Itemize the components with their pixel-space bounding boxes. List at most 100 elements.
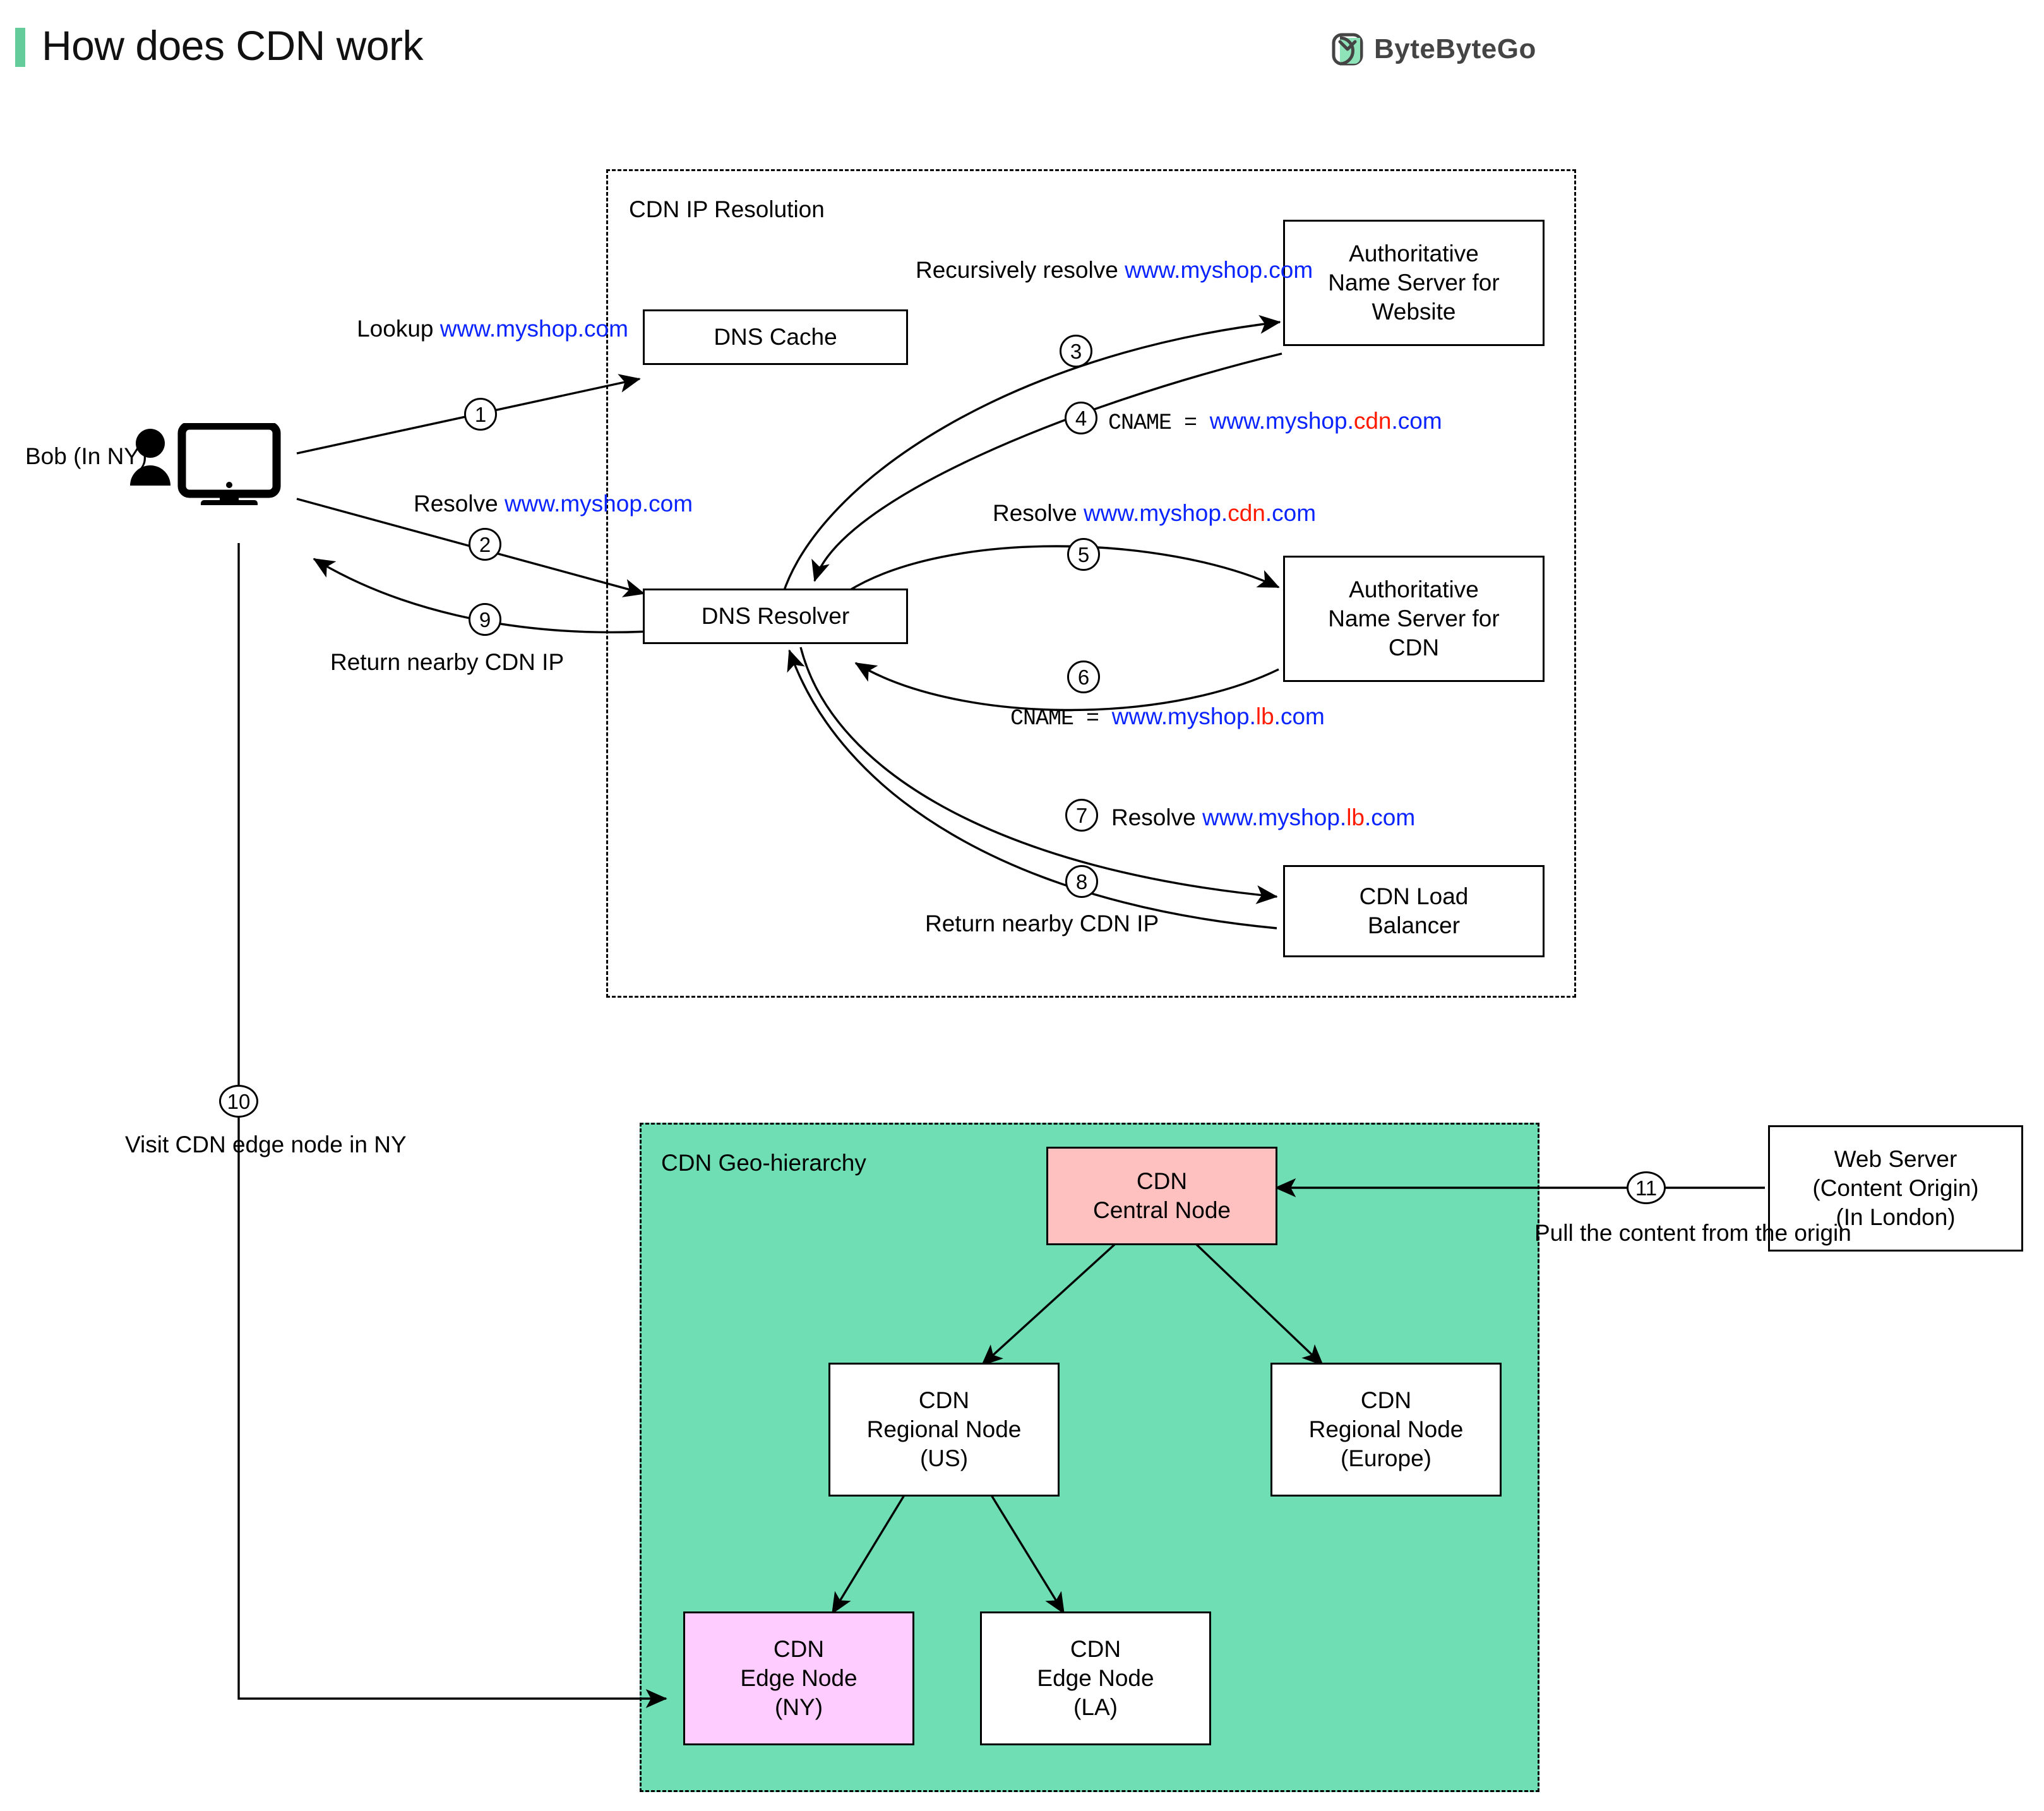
step-10-label: Visit CDN edge node in NY [125,1130,407,1159]
node-dns-cache-label: DNS Cache [714,324,837,350]
node-cdn-load-balancer[interactable]: CDN Load Balancer [1283,865,1545,957]
node-cdn-edge-ny-line3: (NY) [774,1694,823,1720]
step-5-number: 5 [1077,542,1090,566]
node-cdn-regional-us[interactable]: CDN Regional Node (US) [828,1363,1060,1497]
step-5-label: Resolve www.myshop.cdn.com [993,499,1316,527]
node-authoritative-ns-website[interactable]: Authoritative Name Server for Website [1283,220,1545,346]
step-11-label: Pull the content from the origin [1534,1219,1851,1247]
step-7-badge: 7 [1065,799,1098,832]
step-9-label: Return nearby CDN IP [330,648,564,676]
step-4-value-tld: .com [1391,408,1442,434]
step-1-badge: 1 [464,398,497,431]
node-ns-website-line2: Name Server for [1328,270,1500,296]
step-6-equals: = [1086,706,1099,731]
step-5-label-prefix: Resolve [993,500,1084,526]
step-7-label-prefix: Resolve [1111,804,1202,830]
step-4-value-base: www.myshop. [1209,408,1354,434]
step-11-number: 11 [1635,1176,1658,1200]
step-9-badge: 9 [469,603,501,636]
step-3-label: Recursively resolve www.myshop.com [916,256,1313,284]
bob-label: Bob (In NY) [25,442,147,470]
node-cdn-regional-europe[interactable]: CDN Regional Node (Europe) [1270,1363,1502,1497]
node-cdn-central[interactable]: CDN Central Node [1046,1147,1277,1245]
node-ns-website-line3: Website [1372,299,1456,325]
node-cdn-edge-la[interactable]: CDN Edge Node (LA) [980,1611,1211,1745]
step-4-equals: = [1184,410,1197,436]
node-cdn-regional-us-line2: Regional Node [866,1416,1022,1442]
node-dns-resolver[interactable]: DNS Resolver [643,589,908,644]
step-2-number: 2 [479,532,491,556]
node-cdn-central-line2: Central Node [1092,1197,1231,1223]
node-web-server-line3: (In London) [1836,1204,1956,1230]
step-4-value-mid: cdn [1353,408,1392,434]
node-cdn-regional-us-line1: CDN [918,1387,970,1413]
group-cdn-geo-hierarchy-label: CDN Geo-hierarchy [661,1150,866,1176]
step-3-label-domain: www.myshop.com [1125,257,1313,283]
bob-name: Bob [25,443,67,469]
step-3-number: 3 [1070,339,1082,363]
step-5-value-tld: .com [1265,500,1317,526]
bytebytego-wordmark: ByteByteGo [1374,33,1536,64]
step-11-label-line1: Pull the [1534,1220,1613,1246]
step-11-label-line2: content from [1618,1220,1749,1246]
step-6-number: 6 [1077,665,1090,689]
step-10-label-line3: in NY [349,1132,407,1157]
step-10-badge: 10 [219,1085,258,1118]
step-8-label-text: Return nearby CDN IP [925,911,1159,936]
group-cdn-ip-resolution-label: CDN IP Resolution [629,196,825,222]
step-7-number: 7 [1075,803,1088,827]
bytebytego-mark-icon [1331,33,1364,66]
step-1-label: Lookup www.myshop.com [354,314,631,343]
step-6-value-tld: .com [1274,703,1325,729]
step-4-badge: 4 [1065,402,1097,434]
step-3-label-line1: Recursively resolve [916,257,1118,283]
step-11-label-line3: the origin [1755,1220,1851,1246]
node-dns-cache[interactable]: DNS Cache [643,309,908,365]
node-web-server-line2: (Content Origin) [1812,1175,1979,1201]
step-5-badge: 5 [1067,538,1100,571]
step-5-value-mid: cdn [1228,500,1265,526]
node-web-server-line1: Web Server [1834,1146,1957,1172]
step-8-number: 8 [1075,870,1088,894]
step-2-label-prefix: Resolve [414,491,505,517]
page-title: How does CDN work [42,22,424,69]
node-cdn-edge-ny-line2: Edge Node [740,1665,858,1691]
step-1-label-domain: www.myshop.com [439,316,628,342]
step-1-number: 1 [474,402,487,426]
step-6-label: CNAME = www.myshop.lb.com [1010,702,1325,733]
node-ns-cdn-line2: Name Server for [1328,606,1500,631]
step-5-value-base: www.myshop. [1083,500,1228,526]
step-7-label: Resolve www.myshop.lb.com [1111,803,1415,832]
step-9-label-text: Return nearby CDN IP [330,649,565,675]
step-3-badge: 3 [1060,335,1092,368]
title-accent-bar [15,28,25,67]
node-cdn-regional-eu-line1: CDN [1360,1387,1412,1413]
step-6-badge: 6 [1067,660,1100,693]
step-10-label-line2: edge node [232,1132,343,1157]
node-cdn-edge-ny[interactable]: CDN Edge Node (NY) [683,1611,914,1745]
step-4-number: 4 [1075,406,1087,430]
step-4-label: CNAME = www.myshop.cdn.com [1108,407,1442,438]
step-7-value-mid: lb [1346,804,1365,830]
node-cdn-central-line1: CDN [1136,1168,1188,1194]
step-9-number: 9 [479,607,491,631]
step-8-label: Return nearby CDN IP [925,909,1159,938]
step-10-number: 10 [227,1089,251,1113]
step-7-value-base: www.myshop. [1202,804,1347,830]
node-ns-cdn-line1: Authoritative [1349,577,1479,602]
step-7-value-tld: .com [1365,804,1416,830]
step-6-key: CNAME [1010,706,1074,731]
node-cdn-edge-ny-line1: CDN [773,1636,825,1662]
step-10-label-line1: Visit CDN [125,1132,226,1157]
bytebytego-logo: ByteByteGo [1331,33,1536,66]
node-ns-cdn-line3: CDN [1388,635,1440,660]
node-cdn-regional-eu-line3: (Europe) [1341,1445,1431,1471]
node-ns-website-line1: Authoritative [1349,241,1479,266]
step-1-label-line1: Lookup [357,316,434,342]
step-2-label-domain: www.myshop.com [504,491,693,517]
step-2-badge: 2 [469,528,501,561]
step-6-value-mid: lb [1255,703,1274,729]
node-authoritative-ns-cdn[interactable]: Authoritative Name Server for CDN [1283,556,1545,682]
node-cdn-edge-la-line1: CDN [1070,1636,1121,1662]
node-cdn-edge-la-line2: Edge Node [1037,1665,1154,1691]
